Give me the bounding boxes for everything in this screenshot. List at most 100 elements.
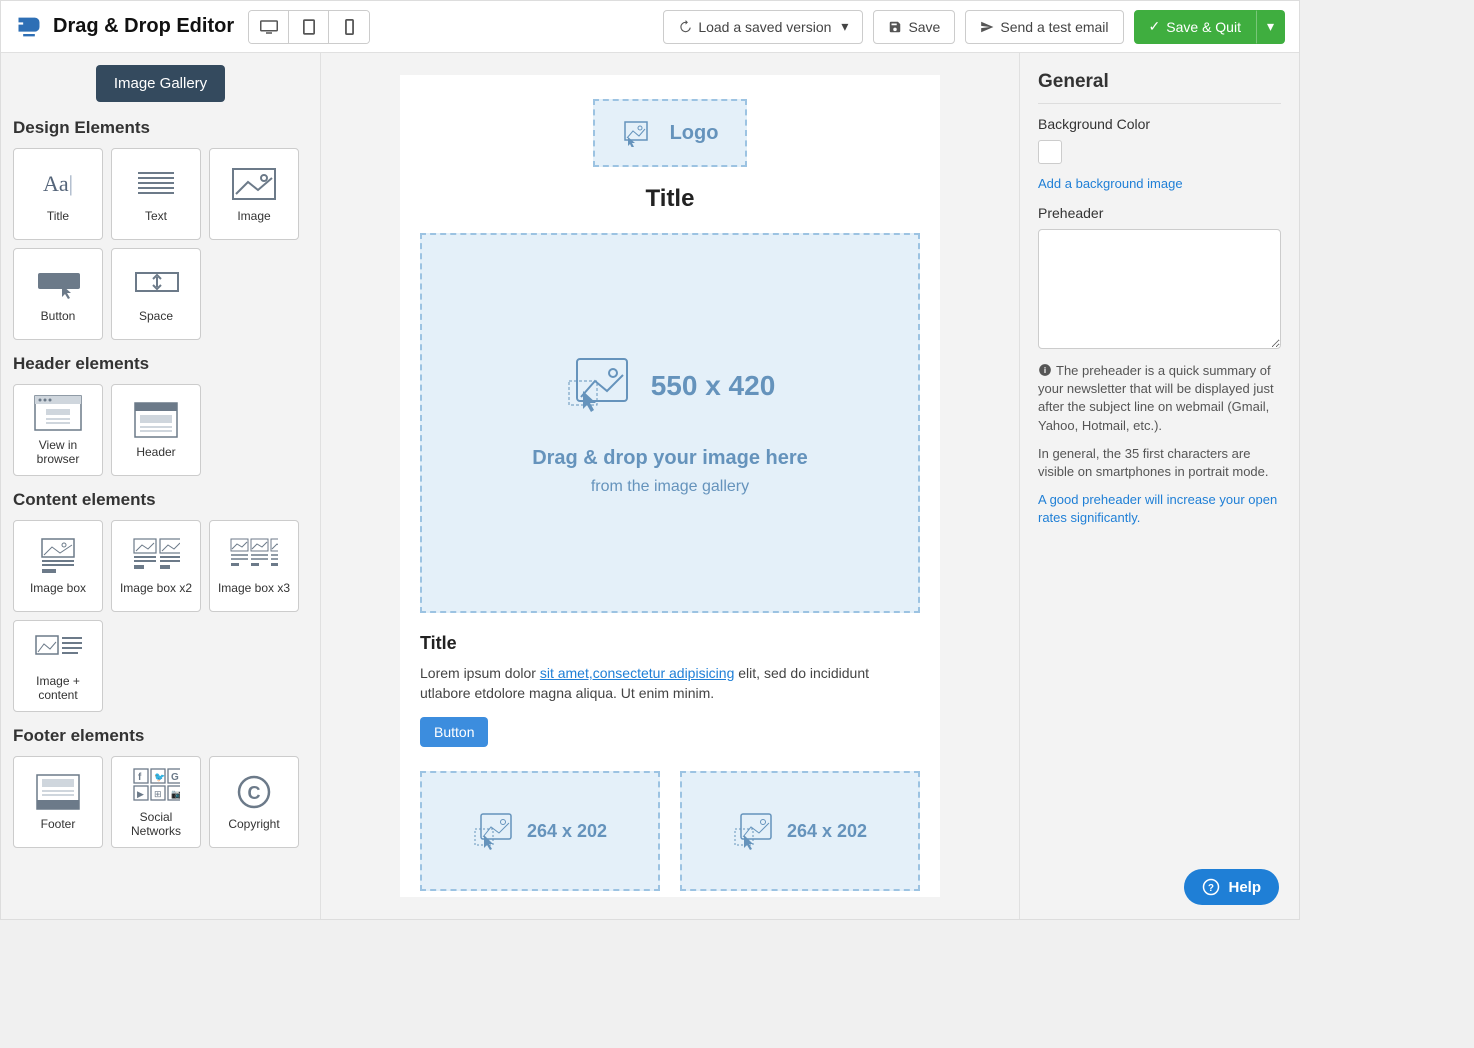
para-link[interactable]: sit amet,consectetur adipisicing <box>540 665 735 681</box>
image-box-x3-icon <box>230 537 278 575</box>
logo-dropzone[interactable]: Logo <box>593 99 747 167</box>
help-button[interactable]: ? Help <box>1184 869 1279 905</box>
svg-text:C: C <box>248 783 261 803</box>
tile-label: Image box <box>30 581 86 595</box>
device-mobile-button[interactable] <box>329 11 369 43</box>
tile-social-networks[interactable]: f🐦G▶⊞📷 Social Networks <box>111 756 201 848</box>
tile-header[interactable]: Header <box>111 384 201 476</box>
text-icon <box>132 165 180 203</box>
preheader-info-1: iThe preheader is a quick summary of you… <box>1038 362 1281 435</box>
tile-space[interactable]: Space <box>111 248 201 340</box>
tile-label: Image box x2 <box>120 581 192 595</box>
save-quit-button[interactable]: ✓ Save & Quit <box>1134 10 1256 44</box>
canvas-area: Logo Title 550 x 420 Drag & drop your im… <box>321 53 1019 919</box>
email-canvas[interactable]: Logo Title 550 x 420 Drag & drop your im… <box>400 75 940 897</box>
save-quit-caret-button[interactable]: ▾ <box>1256 10 1285 44</box>
svg-text:⊞: ⊞ <box>154 789 162 799</box>
tile-label: Title <box>47 209 69 223</box>
image-drop-icon <box>622 119 650 147</box>
caret-down-icon: ▾ <box>1267 18 1274 35</box>
tablet-icon <box>303 19 315 35</box>
copyright-icon: C <box>230 773 278 811</box>
image-dropzone-col-2[interactable]: 264 x 202 <box>680 771 920 891</box>
send-icon <box>980 20 994 34</box>
info-icon: i <box>1038 363 1052 377</box>
app-logo-icon <box>15 13 43 41</box>
tile-label: Image + content <box>16 674 100 702</box>
send-test-label: Send a test email <box>1000 19 1108 35</box>
tile-label: Image box x3 <box>218 581 290 595</box>
browser-icon <box>34 394 82 432</box>
tile-copyright[interactable]: C Copyright <box>209 756 299 848</box>
tile-view-in-browser[interactable]: View in browser <box>13 384 103 476</box>
svg-text:i: i <box>1044 366 1046 375</box>
dropzone-size: 264 x 202 <box>787 821 867 842</box>
svg-text:f: f <box>138 772 142 783</box>
history-icon <box>678 20 692 34</box>
save-quit-label: Save & Quit <box>1166 19 1241 35</box>
help-icon: ? <box>1202 878 1220 896</box>
tile-label: Header <box>136 445 175 459</box>
button-icon <box>34 265 82 303</box>
image-dropzone-col-1[interactable]: 264 x 202 <box>420 771 660 891</box>
add-bg-image-link[interactable]: Add a background image <box>1038 176 1183 191</box>
main-image-dropzone[interactable]: 550 x 420 Drag & drop your image here fr… <box>420 233 920 613</box>
load-version-label: Load a saved version <box>698 19 831 35</box>
tile-image-box-x3[interactable]: Image box x3 <box>209 520 299 612</box>
tile-image-box-x2[interactable]: Image box x2 <box>111 520 201 612</box>
image-content-icon <box>34 630 82 668</box>
section-title-design: Design Elements <box>13 118 308 138</box>
title-icon: Aa| <box>34 165 82 203</box>
tile-button[interactable]: Button <box>13 248 103 340</box>
canvas-button[interactable]: Button <box>420 717 488 747</box>
image-drop-icon <box>565 351 635 421</box>
save-label: Save <box>908 19 940 35</box>
canvas-title-1[interactable]: Title <box>400 185 940 213</box>
tile-image-content[interactable]: Image + content <box>13 620 103 712</box>
tile-image[interactable]: Image <box>209 148 299 240</box>
desktop-icon <box>260 20 278 34</box>
header-icon <box>132 401 180 439</box>
preheader-label: Preheader <box>1038 205 1281 221</box>
app-title: Drag & Drop Editor <box>53 15 234 38</box>
image-drop-icon <box>733 809 777 853</box>
svg-text:▶: ▶ <box>137 789 144 799</box>
check-icon: ✓ <box>1149 18 1161 35</box>
dropzone-size: 264 x 202 <box>527 821 607 842</box>
tile-title[interactable]: Aa| Title <box>13 148 103 240</box>
tile-label: Text <box>145 209 167 223</box>
tile-footer[interactable]: Footer <box>13 756 103 848</box>
section-title-content: Content elements <box>13 490 308 510</box>
tile-label: Copyright <box>228 817 279 831</box>
preheader-info-3: A good preheader will increase your open… <box>1038 491 1281 527</box>
logo-label: Logo <box>670 122 719 145</box>
tile-image-box[interactable]: Image box <box>13 520 103 612</box>
svg-text:?: ? <box>1209 883 1215 894</box>
canvas-paragraph[interactable]: Lorem ipsum dolor sit amet,consectetur a… <box>420 664 920 703</box>
send-test-button[interactable]: Send a test email <box>965 10 1123 44</box>
image-gallery-button[interactable]: Image Gallery <box>96 65 225 102</box>
caret-down-icon: ▾ <box>841 18 848 35</box>
tile-label: Button <box>41 309 76 323</box>
svg-text:📷: 📷 <box>171 789 180 799</box>
device-tablet-button[interactable] <box>289 11 329 43</box>
help-label: Help <box>1228 879 1261 896</box>
canvas-title-2[interactable]: Title <box>420 633 920 654</box>
load-version-button[interactable]: Load a saved version ▾ <box>663 10 863 44</box>
svg-text:G: G <box>171 772 179 783</box>
svg-text:🐦: 🐦 <box>154 772 165 782</box>
save-icon <box>888 20 902 34</box>
para-pre: Lorem ipsum dolor <box>420 665 540 681</box>
tile-text[interactable]: Text <box>111 148 201 240</box>
tile-label: Footer <box>41 817 76 831</box>
preheader-input[interactable] <box>1038 229 1281 349</box>
bg-color-swatch[interactable] <box>1038 140 1062 164</box>
image-icon <box>230 165 278 203</box>
section-title-footer: Footer elements <box>13 726 308 746</box>
space-icon <box>132 265 180 303</box>
image-box-x2-icon <box>132 537 180 575</box>
section-title-header: Header elements <box>13 354 308 374</box>
save-button[interactable]: Save <box>873 10 955 44</box>
tile-label: View in browser <box>16 438 100 466</box>
device-desktop-button[interactable] <box>249 11 289 43</box>
